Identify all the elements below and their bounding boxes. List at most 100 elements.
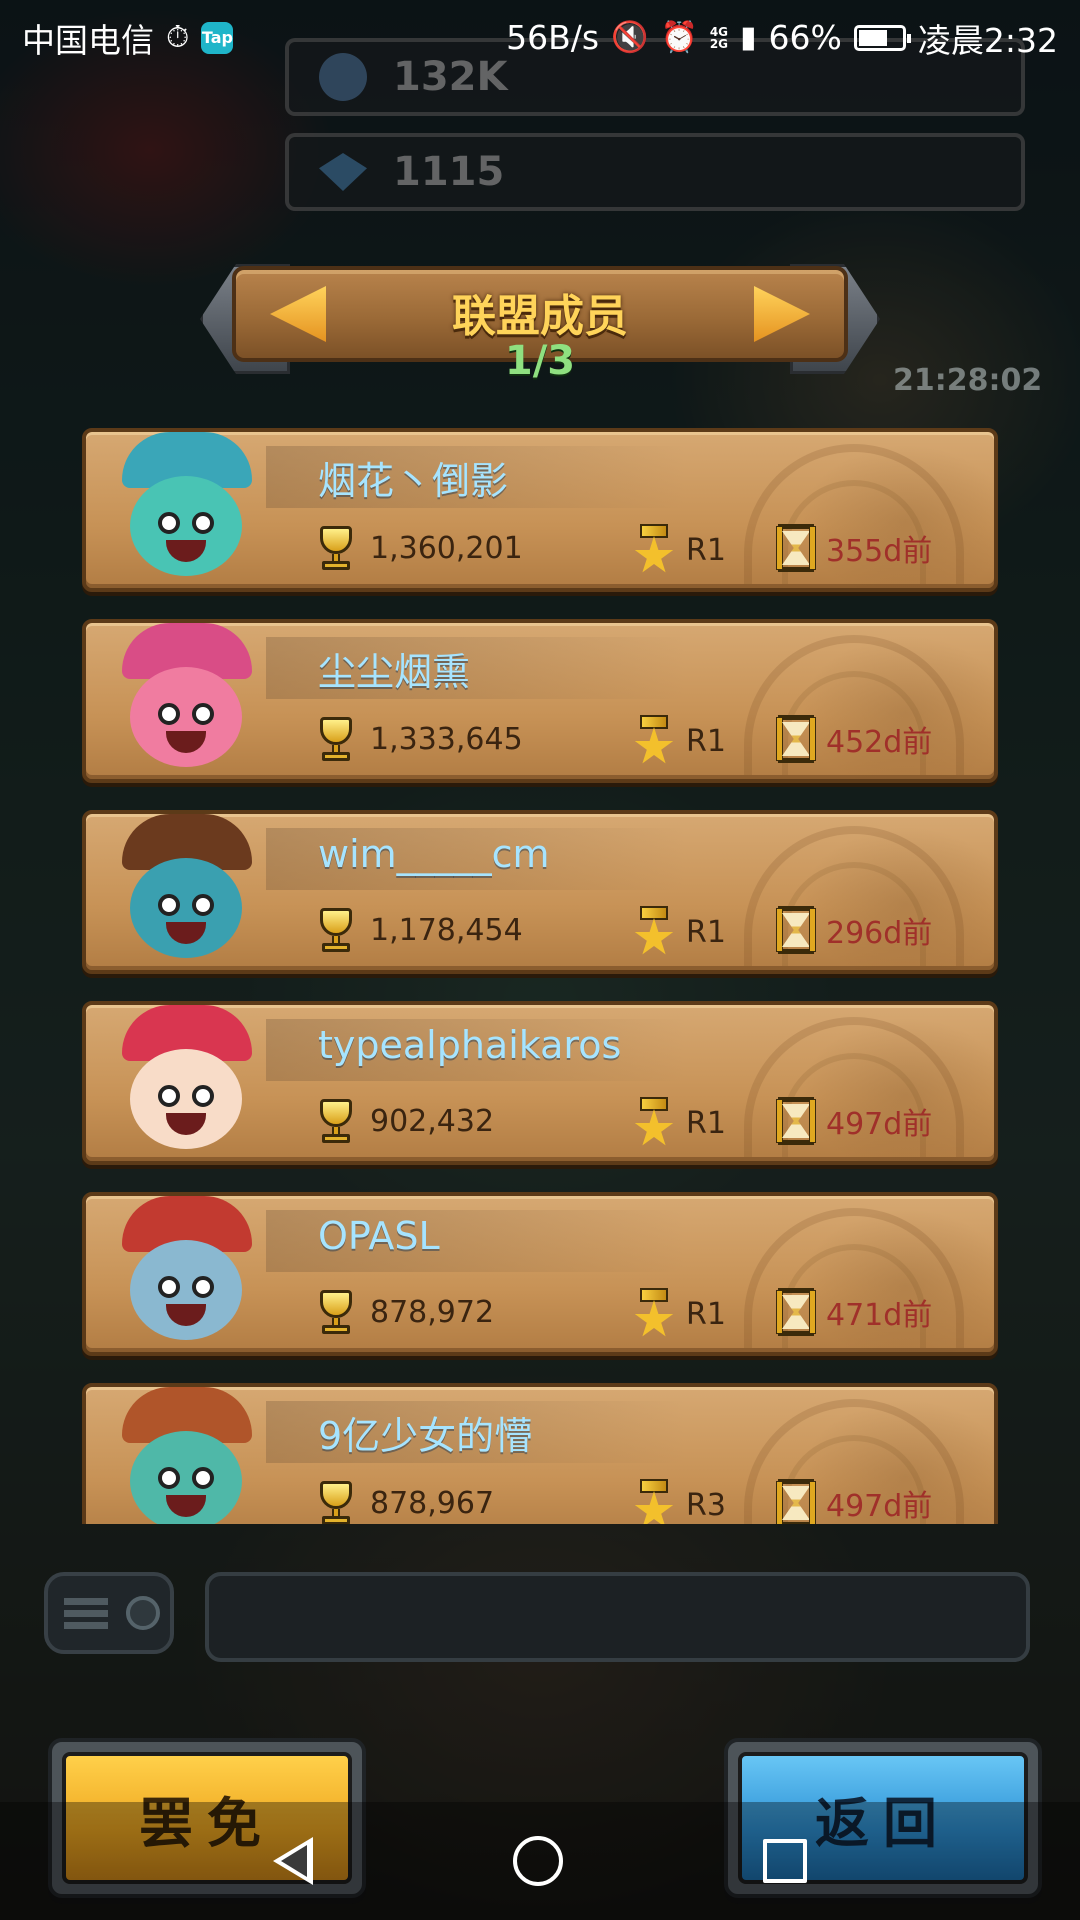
member-avatar bbox=[92, 428, 282, 596]
last-seen: 452d前 bbox=[826, 725, 933, 760]
avatar-eye bbox=[192, 1276, 214, 1298]
avatar-eye bbox=[192, 1085, 214, 1107]
status-bar: 中国电信 ⏱ Tap 56B/s 🔇 ⏰ 4G 2G ▮ 66% 凌晨2:32 bbox=[0, 0, 1080, 75]
member-rank: R1 bbox=[686, 1105, 726, 1141]
page-indicator: 1/3 bbox=[504, 338, 576, 384]
last-seen-stat: 471d前 bbox=[776, 1288, 933, 1336]
last-seen: 471d前 bbox=[826, 1298, 933, 1333]
mute-icon: 🔇 bbox=[611, 20, 649, 55]
chat-toggle-button[interactable] bbox=[44, 1572, 174, 1654]
hourglass-icon bbox=[776, 1097, 816, 1145]
trophy-icon bbox=[314, 1288, 358, 1336]
last-seen-stat: 355d前 bbox=[776, 524, 932, 572]
trophy-count: 878,972 bbox=[370, 1294, 495, 1330]
member-card[interactable]: 尘尘烟熏 1,333,645 R1 452d前 bbox=[82, 619, 998, 783]
trophy-icon bbox=[314, 906, 358, 954]
trophy-count: 1,333,645 bbox=[370, 721, 523, 757]
last-seen: 497d前 bbox=[826, 1489, 933, 1524]
trophy-stat: 878,972 bbox=[314, 1288, 494, 1336]
network-type-bottom: 2G bbox=[709, 36, 729, 51]
avatar-eye bbox=[158, 894, 180, 916]
member-rank: R1 bbox=[686, 532, 726, 568]
member-name: 9亿少女的懵 bbox=[318, 1414, 533, 1458]
chat-lines-icon bbox=[64, 1598, 108, 1630]
nav-home-icon[interactable] bbox=[513, 1836, 563, 1886]
member-card[interactable]: 9亿少女的懵 878,967 R3 497d前 bbox=[82, 1383, 998, 1524]
member-avatar bbox=[92, 999, 282, 1169]
member-name: 尘尘烟熏 bbox=[318, 650, 471, 694]
clock: 凌晨2:32 bbox=[917, 20, 1058, 60]
trophy-icon bbox=[314, 524, 358, 572]
trophy-stat: 902,432 bbox=[314, 1097, 494, 1145]
last-seen-stat: 452d前 bbox=[776, 715, 933, 763]
member-rank: R1 bbox=[686, 914, 726, 950]
medal-icon bbox=[634, 1288, 674, 1340]
avatar-eye bbox=[192, 1467, 214, 1489]
member-name: wim_____cm bbox=[318, 832, 550, 876]
avatar-eye bbox=[158, 512, 180, 534]
last-seen: 497d前 bbox=[826, 1107, 933, 1142]
trophy-count: 902,432 bbox=[370, 1103, 495, 1139]
trophy-count: 1,178,454 bbox=[370, 912, 523, 948]
member-card[interactable]: OPASL 878,972 R1 471d前 bbox=[82, 1192, 998, 1356]
medal-icon bbox=[634, 524, 674, 576]
hourglass-icon bbox=[776, 906, 816, 954]
chat-knob-icon bbox=[126, 1596, 160, 1630]
alarm-icon: ⏰ bbox=[660, 20, 698, 55]
medal-icon bbox=[634, 906, 674, 958]
last-seen-stat: 296d前 bbox=[776, 906, 932, 954]
member-card[interactable]: 烟花丶倒影 1,360,201 R1 355d前 bbox=[82, 428, 998, 592]
rank-stat: R1 bbox=[634, 1288, 726, 1340]
page-title: 联盟成员 bbox=[452, 291, 628, 342]
network-type-top: 4G bbox=[709, 24, 729, 39]
signal-icon: ▮ bbox=[740, 20, 757, 55]
hourglass-icon bbox=[776, 1479, 816, 1524]
trophy-stat: 1,178,454 bbox=[314, 906, 523, 954]
avatar-eye bbox=[158, 1085, 180, 1107]
rank-stat: R1 bbox=[634, 715, 726, 767]
battery-percent: 66% bbox=[768, 18, 842, 57]
chat-input[interactable] bbox=[205, 1572, 1030, 1662]
member-card[interactable]: typealphaikaros 902,432 R1 497d前 bbox=[82, 1001, 998, 1165]
rank-stat: R1 bbox=[634, 1097, 726, 1149]
trophy-stat: 878,967 bbox=[314, 1479, 494, 1524]
last-seen-stat: 497d前 bbox=[776, 1097, 933, 1145]
trophy-count: 878,967 bbox=[370, 1485, 495, 1521]
trophy-icon bbox=[314, 1097, 358, 1145]
member-rank: R3 bbox=[686, 1487, 726, 1523]
avatar-eye bbox=[158, 1467, 180, 1489]
rank-stat: R3 bbox=[634, 1479, 726, 1524]
nav-back-icon[interactable] bbox=[273, 1837, 313, 1885]
trophy-count: 1,360,201 bbox=[370, 530, 523, 566]
member-rank: R1 bbox=[686, 723, 726, 759]
gem-amount: 1115 bbox=[393, 149, 505, 195]
stopwatch-icon: ⏱ bbox=[166, 20, 190, 55]
medal-icon bbox=[634, 1479, 674, 1524]
network-type: 4G 2G bbox=[710, 26, 728, 50]
nav-recents-icon[interactable] bbox=[763, 1839, 807, 1883]
member-card[interactable]: wim_____cm 1,178,454 R1 296d前 bbox=[82, 810, 998, 974]
last-seen-stat: 497d前 bbox=[776, 1479, 933, 1524]
trophy-icon bbox=[314, 1479, 358, 1524]
trophy-icon bbox=[314, 715, 358, 763]
battery-icon bbox=[853, 24, 911, 51]
android-nav-bar bbox=[0, 1802, 1080, 1920]
trophy-stat: 1,360,201 bbox=[314, 524, 523, 572]
net-speed: 56B/s bbox=[506, 18, 600, 57]
avatar-eye bbox=[192, 894, 214, 916]
member-list[interactable]: 烟花丶倒影 1,360,201 R1 355d前 尘尘烟熏 1,333,645 bbox=[82, 428, 1000, 1524]
trophy-stat: 1,333,645 bbox=[314, 715, 523, 763]
rank-stat: R1 bbox=[634, 524, 726, 576]
member-name: OPASL bbox=[318, 1214, 440, 1258]
avatar-eye bbox=[158, 1276, 180, 1298]
hourglass-icon bbox=[776, 1288, 816, 1336]
member-avatar bbox=[92, 1190, 282, 1360]
gem-icon bbox=[319, 153, 367, 191]
member-name: typealphaikaros bbox=[318, 1023, 622, 1067]
hourglass-icon bbox=[776, 524, 816, 572]
member-avatar bbox=[92, 617, 282, 787]
avatar-eye bbox=[192, 512, 214, 534]
medal-icon bbox=[634, 715, 674, 767]
member-avatar bbox=[92, 1381, 282, 1524]
medal-icon bbox=[634, 1097, 674, 1149]
